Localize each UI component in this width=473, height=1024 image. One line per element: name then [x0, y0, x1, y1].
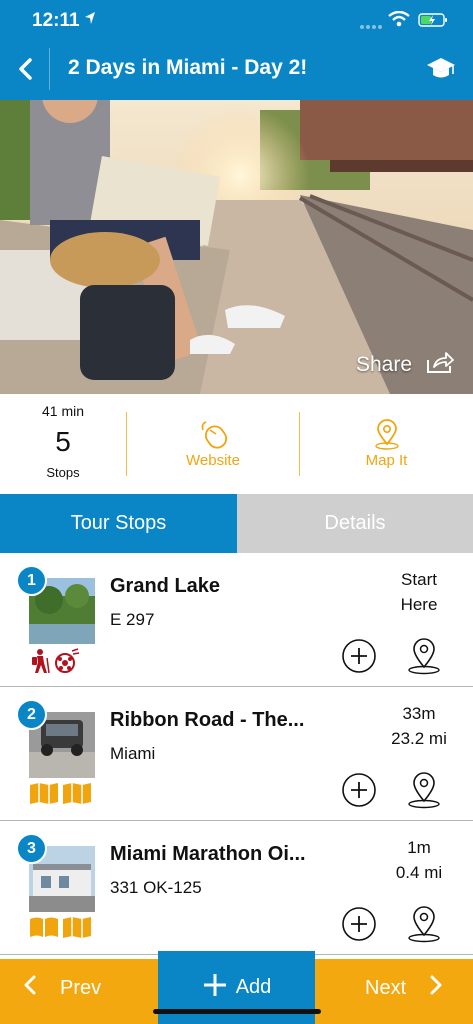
hero-image: Share [0, 100, 473, 394]
map-icon [29, 782, 59, 809]
stop-name: Ribbon Road - The... [110, 709, 305, 731]
stops-label: Stops [46, 465, 80, 480]
status-time: 12:11 [32, 10, 80, 31]
status-bar: 12:11 [0, 0, 473, 38]
add-label: Add [235, 976, 272, 998]
add-circle-icon[interactable] [341, 906, 377, 947]
back-arrow-icon[interactable] [12, 54, 40, 84]
map-it-label: Map It [365, 452, 408, 469]
hiking-icon [29, 648, 51, 679]
map-pin-icon[interactable] [406, 905, 442, 948]
map-icon [62, 782, 92, 809]
website-label: Website [186, 452, 240, 469]
page-title: 2 Days in Miami - Day 2! [68, 56, 308, 79]
stops-summary: 41 min 5 Stops [0, 394, 126, 494]
stop-address: E 297 [110, 610, 155, 629]
stop-address: Miami [110, 744, 156, 763]
plus-icon [202, 972, 228, 1004]
nav-bar: 2 Days in Miami - Day 2! [0, 38, 473, 100]
map-pin-icon[interactable] [406, 637, 442, 680]
distance-line-2: 23.2 mi [391, 729, 447, 748]
stop-distance: 33m 23.2 mi [380, 701, 458, 751]
battery-icon [418, 13, 448, 32]
add-circle-icon[interactable] [341, 772, 377, 813]
cellular-signal-icon [360, 17, 382, 35]
map-pin-icon[interactable] [406, 771, 442, 814]
distance-line-2: 0.4 mi [395, 863, 443, 882]
tour-duration: 41 min [41, 403, 85, 419]
map-it-link[interactable]: Map It [300, 394, 473, 494]
tab-bar: Tour Stops Details [0, 494, 473, 553]
distance-line-2: Here [400, 595, 438, 614]
map-icon [62, 916, 92, 943]
list-item[interactable]: 3 Miami Marathon Oi... 331 OK-125 1m 0.4… [0, 821, 473, 955]
book-icon [29, 916, 59, 943]
sports-icon [54, 648, 80, 679]
wifi-icon [388, 10, 410, 32]
home-indicator [153, 1009, 321, 1014]
location-arrow-icon [84, 11, 96, 30]
stop-address: 331 OK-125 [110, 878, 202, 897]
prev-label: Prev [60, 976, 102, 999]
distance-line-1: Start [401, 570, 437, 589]
stop-categories [29, 648, 80, 679]
next-label: Next [365, 976, 407, 999]
chevron-left-icon [22, 973, 38, 1003]
stop-number-badge: 1 [16, 565, 47, 596]
tab-tour-stops[interactable]: Tour Stops [0, 494, 237, 553]
distance-line-1: 33m [402, 704, 436, 723]
chevron-right-icon [428, 973, 444, 1003]
next-button[interactable]: Next [365, 973, 444, 1003]
add-circle-icon[interactable] [341, 638, 377, 679]
distance-line-1: 1m [407, 838, 431, 857]
bottom-toolbar: Prev Add Next [0, 951, 473, 1024]
stop-distance: 1m 0.4 mi [380, 835, 458, 885]
stop-name: Grand Lake [110, 575, 221, 597]
share-label: Share [356, 352, 413, 376]
map-pin-icon [371, 418, 403, 455]
tab-details[interactable]: Details [237, 494, 473, 553]
tour-stops-list: 1 Grand Lake E 297 Start Here 2 Ribbon R… [0, 553, 473, 959]
share-button[interactable]: Share [356, 350, 454, 379]
stop-categories [29, 916, 92, 943]
website-link[interactable]: Website [127, 394, 299, 494]
stop-categories [29, 782, 92, 809]
stop-number-badge: 3 [16, 833, 47, 864]
stop-name: Miami Marathon Oi... [110, 843, 306, 865]
stop-number-badge: 2 [16, 699, 47, 730]
list-item[interactable]: 1 Grand Lake E 297 Start Here [0, 553, 473, 687]
list-item[interactable]: 2 Ribbon Road - The... Miami 33m 23.2 mi [0, 687, 473, 821]
share-icon [426, 350, 454, 379]
tour-stats: 41 min 5 Stops Website Map It [0, 394, 473, 494]
nav-divider [49, 48, 50, 90]
mouse-icon [197, 418, 229, 455]
prev-button[interactable]: Prev [22, 973, 101, 1003]
stop-count: 5 [55, 426, 71, 457]
graduation-cap-icon[interactable] [426, 55, 456, 86]
stop-distance: Start Here [380, 567, 458, 617]
